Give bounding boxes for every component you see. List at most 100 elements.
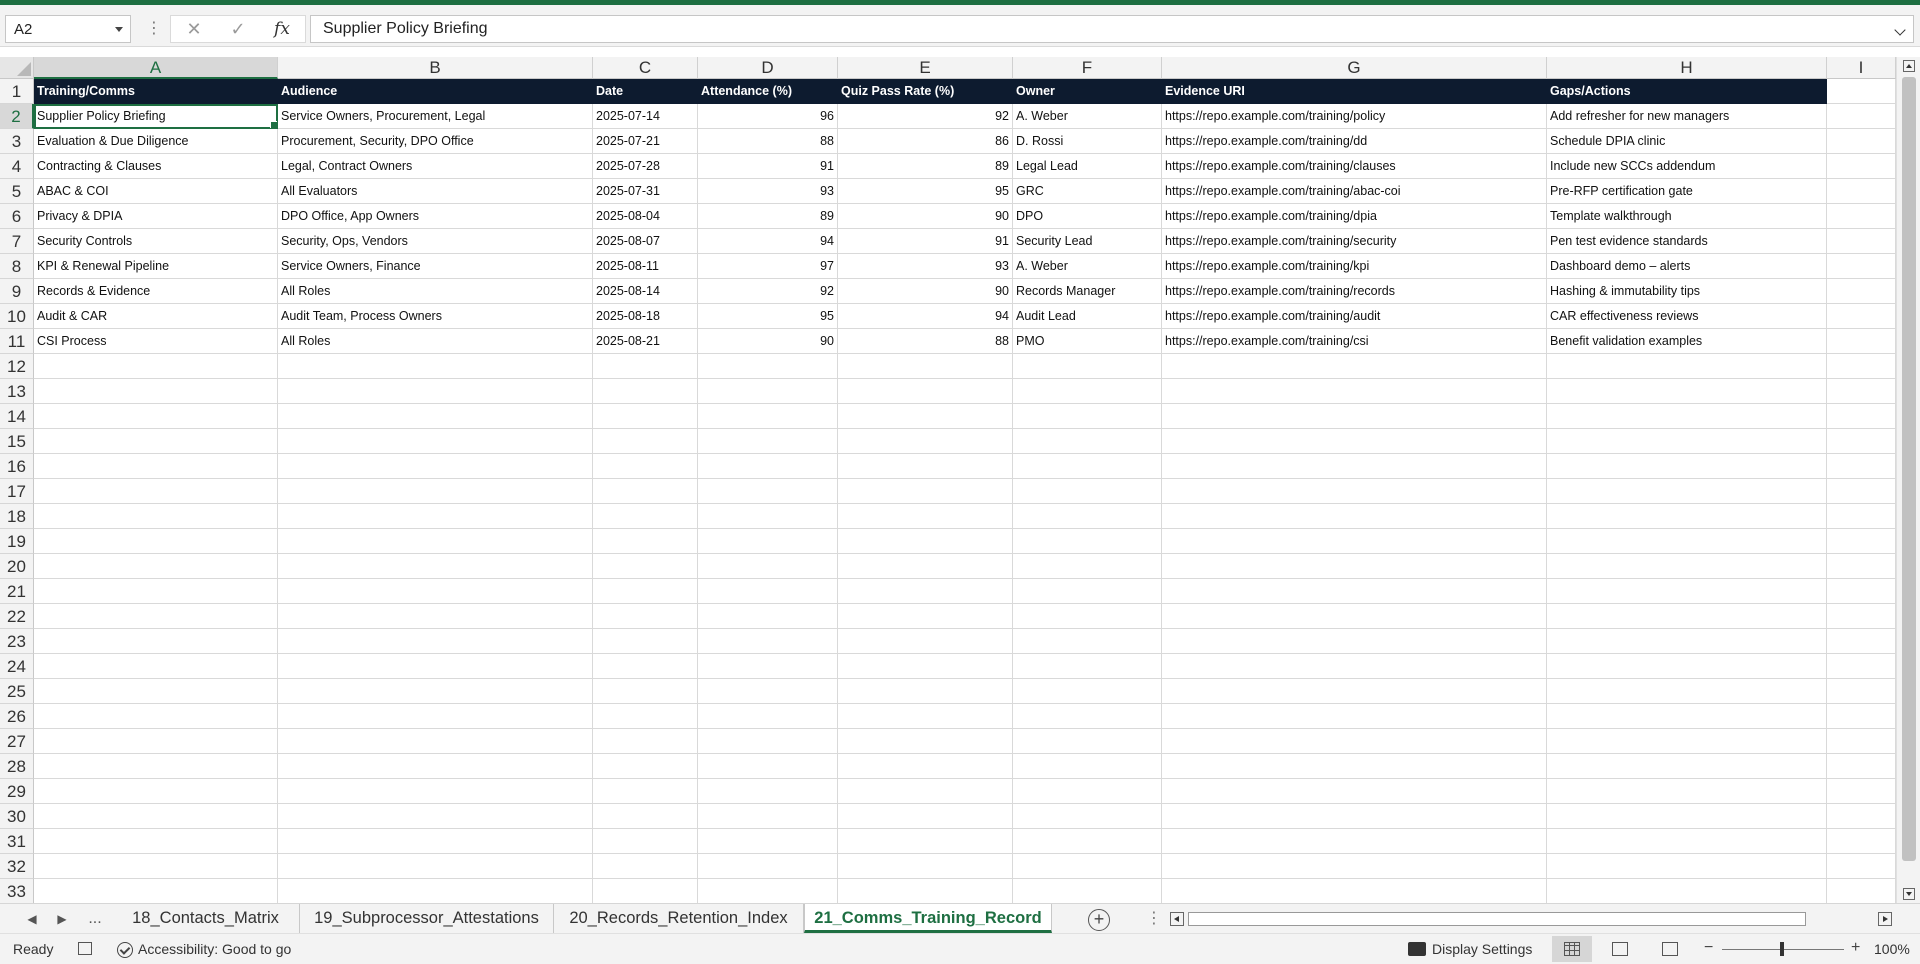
chevron-down-icon[interactable]: [115, 27, 123, 32]
table-cell[interactable]: 95: [698, 304, 838, 329]
vertical-scroll-thumb[interactable]: [1902, 77, 1916, 861]
table-cell[interactable]: [838, 604, 1013, 629]
table-cell[interactable]: https://repo.example.com/training/securi…: [1162, 229, 1547, 254]
table-cell[interactable]: [698, 604, 838, 629]
table-cell[interactable]: [698, 729, 838, 754]
table-cell[interactable]: ABAC & COI: [34, 179, 278, 204]
table-cell[interactable]: 2025-08-04: [593, 204, 698, 229]
table-cell[interactable]: [1162, 779, 1547, 804]
table-cell[interactable]: [1547, 779, 1827, 804]
table-cell[interactable]: CSI Process: [34, 329, 278, 354]
table-cell[interactable]: [1013, 729, 1162, 754]
table-cell[interactable]: Security Controls: [34, 229, 278, 254]
prev-sheet-icon[interactable]: ◀: [22, 910, 42, 928]
table-cell[interactable]: [278, 854, 593, 879]
table-cell[interactable]: [593, 579, 698, 604]
table-cell[interactable]: DPO Office, App Owners: [278, 204, 593, 229]
table-cell[interactable]: [593, 504, 698, 529]
table-cell[interactable]: [1547, 704, 1827, 729]
table-cell[interactable]: [1827, 629, 1896, 654]
row-header-14[interactable]: 14: [0, 404, 34, 429]
sheet-tab-19[interactable]: 19_Subprocessor_Attestations: [300, 904, 554, 933]
table-cell[interactable]: [1827, 204, 1896, 229]
table-cell[interactable]: [698, 829, 838, 854]
row-header-29[interactable]: 29: [0, 779, 34, 804]
table-cell[interactable]: [698, 379, 838, 404]
table-cell[interactable]: 2025-07-31: [593, 179, 698, 204]
table-cell[interactable]: [698, 779, 838, 804]
table-cell[interactable]: https://repo.example.com/training/policy: [1162, 104, 1547, 129]
page-layout-view-button[interactable]: [1600, 936, 1640, 962]
table-cell[interactable]: [838, 504, 1013, 529]
table-cell[interactable]: 2025-08-21: [593, 329, 698, 354]
column-header-i[interactable]: I: [1827, 57, 1896, 79]
table-cell[interactable]: Records & Evidence: [34, 279, 278, 304]
row-header-1[interactable]: 1: [0, 79, 34, 104]
table-cell[interactable]: CAR effectiveness reviews: [1547, 304, 1827, 329]
table-cell[interactable]: [593, 729, 698, 754]
table-cell[interactable]: [1827, 379, 1896, 404]
column-header-a[interactable]: A: [34, 57, 278, 79]
table-cell[interactable]: [1013, 604, 1162, 629]
table-cell[interactable]: [278, 829, 593, 854]
header-cell[interactable]: Attendance (%): [698, 79, 838, 104]
table-cell[interactable]: [278, 679, 593, 704]
header-cell[interactable]: Audience: [278, 79, 593, 104]
table-cell[interactable]: 92: [838, 104, 1013, 129]
table-cell[interactable]: 92: [698, 279, 838, 304]
table-cell[interactable]: 2025-07-14: [593, 104, 698, 129]
table-cell[interactable]: [278, 579, 593, 604]
table-cell[interactable]: [278, 554, 593, 579]
table-cell[interactable]: [698, 879, 838, 903]
insert-function-icon[interactable]: fx: [267, 18, 297, 40]
more-sheets-button[interactable]: ...: [84, 910, 106, 928]
table-cell[interactable]: [1162, 679, 1547, 704]
table-cell[interactable]: [34, 704, 278, 729]
table-cell[interactable]: 90: [698, 329, 838, 354]
table-cell[interactable]: [1547, 429, 1827, 454]
table-cell[interactable]: [1827, 779, 1896, 804]
table-cell[interactable]: [1547, 804, 1827, 829]
table-cell[interactable]: Hashing & immutability tips: [1547, 279, 1827, 304]
header-cell[interactable]: Evidence URI: [1162, 79, 1547, 104]
horizontal-scroll-thumb[interactable]: [1188, 912, 1806, 926]
table-cell[interactable]: [1827, 279, 1896, 304]
table-cell[interactable]: [1162, 429, 1547, 454]
table-cell[interactable]: [1162, 729, 1547, 754]
table-cell[interactable]: [838, 804, 1013, 829]
table-cell[interactable]: Procurement, Security, DPO Office: [278, 129, 593, 154]
table-cell[interactable]: Pre-RFP certification gate: [1547, 179, 1827, 204]
table-cell[interactable]: 93: [698, 179, 838, 204]
table-cell[interactable]: [1013, 779, 1162, 804]
vertical-scrollbar[interactable]: [1896, 57, 1920, 903]
row-header-27[interactable]: 27: [0, 729, 34, 754]
table-cell[interactable]: [698, 804, 838, 829]
table-cell[interactable]: [1827, 329, 1896, 354]
table-cell[interactable]: [1827, 154, 1896, 179]
table-cell[interactable]: [698, 854, 838, 879]
table-cell[interactable]: [278, 404, 593, 429]
table-cell[interactable]: [1827, 529, 1896, 554]
table-cell[interactable]: [838, 454, 1013, 479]
table-cell[interactable]: [1162, 404, 1547, 429]
table-cell[interactable]: [698, 654, 838, 679]
table-cell[interactable]: All Evaluators: [278, 179, 593, 204]
table-cell[interactable]: [1827, 654, 1896, 679]
table-cell[interactable]: 93: [838, 254, 1013, 279]
table-cell[interactable]: [838, 429, 1013, 454]
table-cell[interactable]: [1827, 454, 1896, 479]
table-cell[interactable]: [593, 454, 698, 479]
table-cell[interactable]: [278, 704, 593, 729]
table-cell[interactable]: [1013, 554, 1162, 579]
accessibility-icon[interactable]: [117, 942, 133, 958]
table-cell[interactable]: [838, 829, 1013, 854]
table-cell[interactable]: [838, 479, 1013, 504]
table-cell[interactable]: A. Weber: [1013, 104, 1162, 129]
table-cell[interactable]: [1827, 504, 1896, 529]
row-header-17[interactable]: 17: [0, 479, 34, 504]
table-cell[interactable]: [593, 804, 698, 829]
table-cell[interactable]: [278, 429, 593, 454]
table-cell[interactable]: Template walkthrough: [1547, 204, 1827, 229]
table-cell[interactable]: [34, 454, 278, 479]
table-cell[interactable]: [34, 879, 278, 903]
